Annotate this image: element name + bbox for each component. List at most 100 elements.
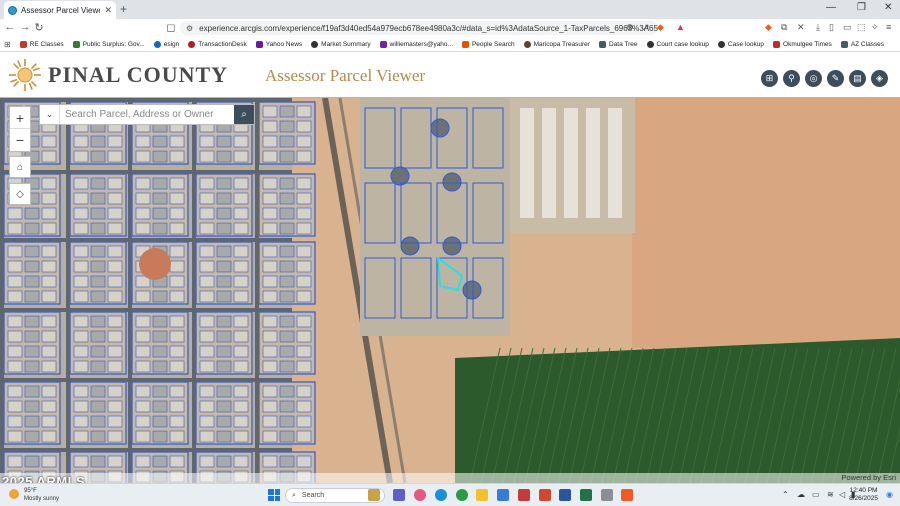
house-parcel	[233, 315, 249, 328]
house-parcel	[216, 260, 232, 273]
house-parcel	[233, 177, 249, 190]
forward-icon[interactable]: →	[18, 21, 32, 33]
tray-chevron-up-icon[interactable]: ⌃	[782, 490, 789, 499]
restore-icon[interactable]: ❐	[857, 2, 866, 13]
cul-de-sac	[430, 118, 450, 138]
layers-tool-button[interactable]: ◈	[871, 70, 888, 87]
home-button[interactable]: ⌂	[9, 156, 31, 178]
chrome-icon[interactable]	[456, 489, 468, 501]
brave-shield-icon[interactable]: ◆	[657, 22, 664, 33]
wifi-icon[interactable]: ≋	[827, 490, 834, 499]
bookmark[interactable]: Court case lookup	[646, 40, 709, 48]
grid-tool-button[interactable]: ⊞	[761, 70, 778, 87]
url-bar[interactable]: ⚙ experience.arcgis.com/experience/f19af…	[180, 21, 658, 35]
layers-icon: ◈	[876, 73, 883, 83]
bookmark[interactable]: Market Summary	[311, 40, 371, 48]
house-parcel	[233, 135, 249, 148]
street	[0, 448, 292, 452]
bookmark[interactable]: Case lookup	[717, 40, 764, 48]
downloads-icon[interactable]: ⤓	[816, 22, 820, 33]
map-view[interactable]	[0, 98, 900, 483]
house-parcel	[199, 207, 215, 220]
excel-icon[interactable]	[580, 489, 592, 501]
bookmark[interactable]: RE Classes	[19, 40, 64, 48]
sidebar-icon[interactable]: ▯	[829, 22, 834, 33]
windows-start-icon[interactable]	[268, 489, 280, 501]
house-parcel	[90, 192, 106, 205]
bookmark[interactable]: williemasters@yaho...	[379, 40, 453, 48]
print-tool-button[interactable]: ▤	[849, 70, 866, 87]
powered-by-esri[interactable]: Powered by Esri	[841, 473, 896, 482]
bookmark-favicon-icon	[379, 40, 387, 48]
search-input[interactable]	[60, 105, 234, 124]
zoom-out-button[interactable]: −	[10, 129, 30, 151]
bookmark[interactable]: People Search	[461, 40, 515, 48]
house-parcel	[199, 245, 215, 258]
search-source-dropdown[interactable]: ⌄	[40, 105, 60, 124]
notification-icon[interactable]: ◉	[886, 490, 893, 499]
wallet-icon[interactable]: ▭	[843, 22, 852, 33]
onedrive-icon[interactable]: ☁	[797, 490, 805, 499]
bookmark-page-icon[interactable]: ◻	[164, 21, 178, 34]
zoom-icon[interactable]: ⊕	[626, 22, 634, 33]
house-parcel	[216, 400, 232, 413]
back-icon[interactable]: ←	[3, 21, 17, 33]
extension-icon[interactable]: ✕	[797, 22, 805, 33]
mail-icon[interactable]	[497, 489, 509, 501]
house-parcel	[216, 315, 232, 328]
new-tab-icon[interactable]: +	[120, 2, 127, 16]
house-parcel	[24, 290, 40, 303]
edge-icon[interactable]	[435, 489, 447, 501]
bookmark[interactable]: AZ Classes	[840, 40, 884, 48]
volume-icon[interactable]: ◁	[839, 490, 845, 499]
leo-icon[interactable]: ✧	[871, 22, 879, 33]
bookmark[interactable]: Public Surplus: Gov...	[72, 40, 145, 48]
vpn-icon[interactable]: ⬚	[857, 22, 866, 33]
menu-icon[interactable]: ≡	[886, 22, 891, 32]
powerpoint-icon[interactable]	[539, 489, 551, 501]
brave-browser-icon[interactable]	[621, 489, 633, 501]
bookmark[interactable]: Yahoo News	[255, 40, 302, 48]
share-page-icon[interactable]: ↗	[642, 22, 650, 33]
bookmark[interactable]: TransactionDesk	[188, 40, 247, 48]
zoom-control: + −	[9, 106, 31, 152]
house-parcel	[7, 360, 23, 373]
house-parcel	[296, 135, 312, 148]
satellite-imagery[interactable]	[0, 98, 900, 483]
house-parcel	[279, 260, 295, 273]
locate-button[interactable]: ◇	[9, 183, 31, 205]
minimize-icon[interactable]: —	[826, 2, 836, 13]
access-icon[interactable]	[518, 489, 530, 501]
bookmark[interactable]: Okmulgee Times	[773, 40, 832, 48]
window-close-icon[interactable]: ✕	[884, 2, 892, 13]
tray-app-icon[interactable]: ▭	[812, 490, 820, 499]
reload-icon[interactable]: ↻	[32, 21, 46, 34]
measure-tool-button[interactable]: ◎	[805, 70, 822, 87]
bookmark[interactable]: Data Tree	[598, 40, 638, 48]
share-tool-button[interactable]: ⚲	[783, 70, 800, 87]
search-button[interactable]: ⌕	[234, 105, 254, 124]
weather-widget[interactable]: 95°F Mostly sunny	[9, 487, 59, 503]
copilot-icon[interactable]	[414, 489, 426, 501]
taskbar-clock[interactable]: 12:40 PM 8/26/2025	[849, 487, 878, 503]
bookmark[interactable]: esign	[153, 40, 179, 48]
close-tab-icon[interactable]: ✕	[104, 5, 112, 16]
site-info-icon[interactable]: ⚙	[186, 24, 193, 33]
apps-grid-icon[interactable]: ⊞	[4, 40, 11, 49]
extension-fox-icon[interactable]: ◆	[765, 22, 772, 33]
draw-tool-button[interactable]: ✎	[827, 70, 844, 87]
house-parcel	[73, 245, 89, 258]
teams-icon[interactable]	[393, 489, 405, 501]
file-explorer-icon[interactable]	[476, 489, 488, 501]
photos-icon[interactable]	[601, 489, 613, 501]
word-icon[interactable]	[559, 489, 571, 501]
house-parcel	[90, 245, 106, 258]
browser-tab[interactable]: Assessor Parcel Viewer ✕	[4, 1, 116, 19]
brave-rewards-icon[interactable]: ▲	[676, 22, 685, 32]
bookmark[interactable]: Maricopa Treasurer	[523, 40, 590, 48]
extensions-icon[interactable]: ⧉	[781, 22, 787, 33]
house-parcel	[296, 245, 312, 258]
search-highlight-icon[interactable]	[368, 489, 380, 501]
house-parcel	[216, 135, 232, 148]
zoom-in-button[interactable]: +	[10, 107, 30, 129]
